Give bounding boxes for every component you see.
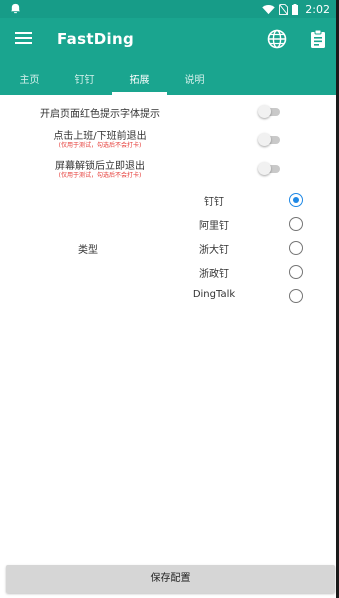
switch-thumb: [258, 162, 271, 175]
radio-aliding[interactable]: [289, 217, 303, 231]
switch-thumb: [258, 133, 271, 146]
tab-bar: 主页 钉钉 拓展 说明: [0, 62, 336, 95]
radio-dingtalk-intl[interactable]: [289, 289, 303, 303]
type-option-label: 浙政钉: [199, 269, 229, 280]
wifi-icon: [262, 4, 276, 14]
tab-dingtalk[interactable]: 钉钉: [57, 62, 112, 95]
app-screen: 2:02 FastDing 主页 钉钉 拓展 说明 开启页面红色提示字体提示 点…: [0, 0, 339, 598]
switch-thumb: [258, 105, 271, 118]
app-bar: FastDing: [0, 18, 336, 62]
type-option-label: 浙大钉: [199, 245, 229, 256]
type-label: 类型: [78, 245, 98, 256]
status-time: 2:02: [305, 2, 330, 16]
radio-zheda-ding[interactable]: [289, 241, 303, 255]
menu-icon[interactable]: [15, 31, 33, 45]
battery-icon: [292, 3, 299, 15]
tab-home[interactable]: 主页: [2, 62, 57, 95]
red-font-tip-switch[interactable]: [258, 104, 282, 118]
type-option-label: DingTalk: [192, 289, 236, 300]
status-icons: 2:02: [262, 1, 330, 17]
exit-before-clock-note: (仅用于测试，勾选后不会打卡): [58, 142, 142, 149]
radio-zhezheng-ding[interactable]: [289, 265, 303, 279]
type-option-label: 阿里钉: [199, 221, 229, 232]
save-config-button[interactable]: 保存配置: [6, 565, 335, 593]
red-font-tip-label: 开启页面红色提示字体提示: [40, 109, 160, 120]
tab-extension[interactable]: 拓展: [112, 62, 167, 95]
globe-icon[interactable]: [266, 28, 288, 50]
exit-on-unlock-switch[interactable]: [258, 161, 282, 175]
tab-instructions[interactable]: 说明: [167, 62, 222, 95]
type-option-label: 钉钉: [204, 197, 224, 208]
app-title: FastDing: [57, 30, 134, 48]
clipboard-icon[interactable]: [309, 28, 327, 50]
no-sim-icon: [279, 3, 289, 15]
extension-settings: 开启页面红色提示字体提示 点击上班/下班前退出 (仅用于测试，勾选后不会打卡) …: [0, 95, 336, 560]
exit-before-clock-switch[interactable]: [258, 132, 282, 146]
notification-icon: [10, 3, 21, 14]
status-bar: 2:02: [0, 0, 336, 18]
exit-on-unlock-note: (仅用于测试，勾选后不会打卡): [58, 172, 142, 179]
radio-dingtalk[interactable]: [289, 193, 303, 207]
